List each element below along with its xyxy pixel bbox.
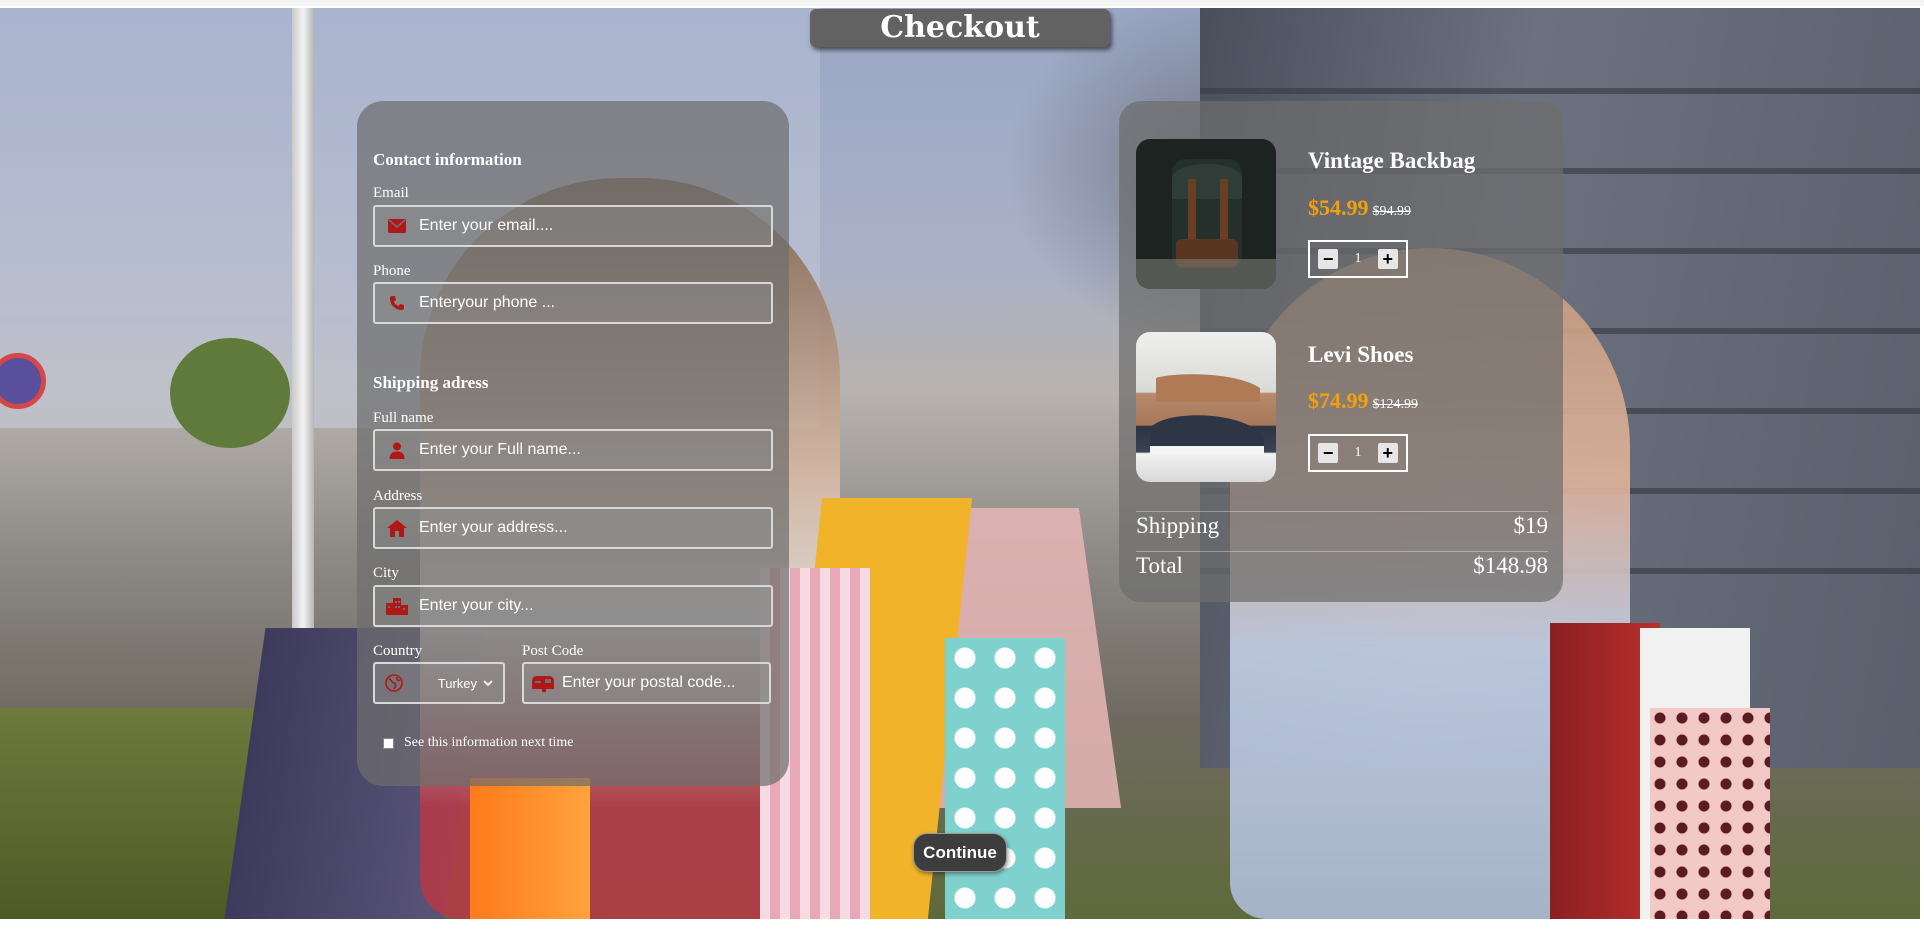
shipping-label: Shipping: [1136, 513, 1220, 538]
city-label: City: [373, 565, 399, 581]
decrease-button[interactable]: −: [1318, 443, 1339, 463]
quantity-stepper: − 1 +: [1308, 434, 1408, 472]
price-row: $54.99 $94.99: [1308, 195, 1411, 221]
divider: [1136, 551, 1548, 552]
email-input[interactable]: [419, 217, 771, 235]
quantity-value: 1: [1354, 445, 1362, 460]
divider: [1136, 511, 1548, 512]
phone-label: Phone: [373, 263, 411, 279]
country-value: Turkey: [437, 675, 477, 691]
background-bag: [470, 778, 590, 919]
phone-input[interactable]: [419, 294, 771, 312]
address-label: Address: [373, 488, 423, 504]
background-photo: [0, 8, 1920, 919]
shipping-heading: Shipping adress: [373, 373, 489, 392]
quantity-stepper: − 1 +: [1308, 240, 1408, 278]
fullname-input[interactable]: [419, 441, 771, 459]
price-original: $124.99: [1372, 397, 1419, 412]
total-label: Total: [1136, 553, 1183, 578]
shipping-row: Shipping $19: [1136, 513, 1548, 539]
remember-row[interactable]: See this information next time: [383, 735, 574, 751]
background-bag: [1650, 708, 1770, 919]
remember-checkbox[interactable]: [383, 737, 394, 749]
country-label: Country: [373, 643, 423, 659]
product-name: Levi Shoes: [1308, 342, 1414, 367]
city-icon: [375, 597, 419, 615]
chevron-down-icon: [483, 679, 493, 686]
address-input[interactable]: [419, 519, 771, 537]
remember-label: See this information next time: [404, 735, 574, 750]
product-name: Vintage Backbag: [1308, 148, 1476, 173]
continue-button[interactable]: Continue: [913, 833, 1007, 872]
price-current: $54.99: [1308, 195, 1369, 220]
increase-button[interactable]: +: [1377, 443, 1398, 463]
shoes-image: [1136, 332, 1276, 482]
globe-icon: [375, 674, 413, 692]
background-tree: [170, 338, 290, 448]
decrease-button[interactable]: −: [1318, 249, 1339, 269]
email-field[interactable]: [373, 205, 773, 247]
postcode-input[interactable]: [562, 674, 769, 692]
user-icon: [375, 442, 419, 459]
envelope-icon: [375, 219, 419, 233]
city-field[interactable]: [373, 585, 773, 627]
increase-button[interactable]: +: [1377, 249, 1398, 269]
phone-field[interactable]: [373, 282, 773, 324]
fullname-label: Full name: [373, 410, 434, 426]
country-select[interactable]: Turkey: [373, 662, 505, 704]
phone-icon: [375, 295, 419, 311]
home-icon: [375, 519, 419, 537]
order-summary-panel: Vintage Backbag $54.99 $94.99 − 1 + Levi…: [1119, 101, 1563, 602]
email-label: Email: [373, 185, 409, 201]
price-current: $74.99: [1308, 388, 1369, 413]
postcode-field[interactable]: [522, 662, 771, 704]
price-row: $74.99 $124.99: [1308, 388, 1418, 414]
background-bag: [945, 638, 1065, 919]
contact-heading: Contact information: [373, 150, 522, 169]
city-input[interactable]: [419, 597, 771, 615]
mailbox-icon: [524, 675, 562, 692]
quantity-value: 1: [1354, 251, 1362, 266]
total-value: $148.98: [1473, 553, 1548, 578]
checkout-form-panel: Contact information Email Phone Shipping…: [357, 101, 789, 786]
postcode-label: Post Code: [522, 643, 584, 659]
address-field[interactable]: [373, 507, 773, 549]
top-border: [0, 0, 1924, 6]
shipping-value: $19: [1513, 513, 1549, 538]
fullname-field[interactable]: [373, 429, 773, 471]
backpack-image: [1136, 139, 1276, 289]
total-row: Total $148.98: [1136, 553, 1548, 579]
page-title: Checkout: [810, 9, 1110, 47]
price-original: $94.99: [1372, 204, 1412, 219]
